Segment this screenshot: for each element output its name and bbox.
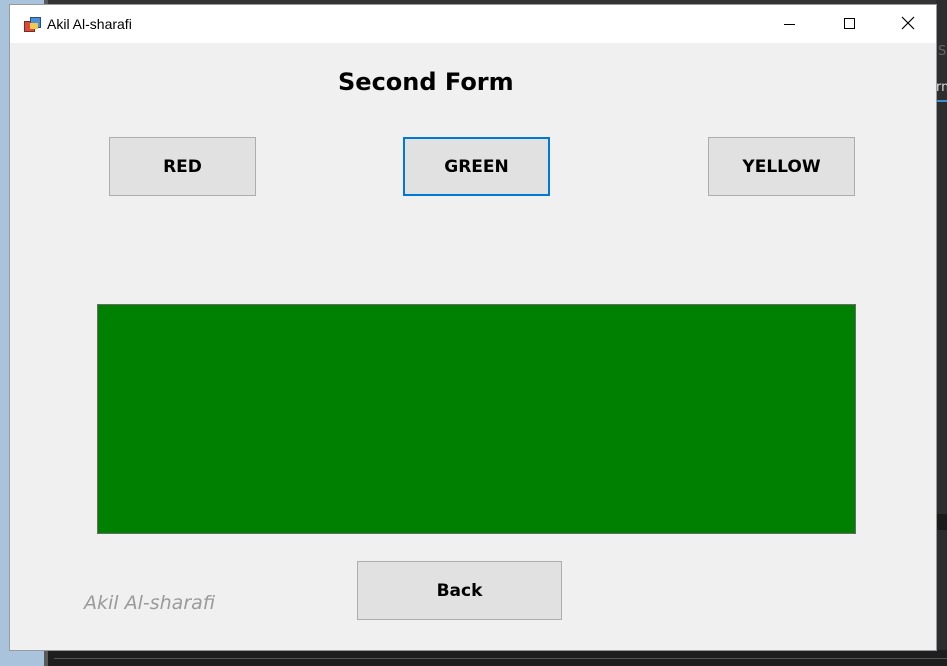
background-divider (54, 658, 947, 659)
background-tab-underline (936, 100, 947, 102)
maximize-icon (844, 18, 855, 29)
background-tab-fragment: rm (936, 80, 947, 95)
title-bar[interactable]: Akil Al-sharafi (10, 5, 936, 43)
window-title: Akil Al-sharafi (47, 16, 132, 32)
windows-form-icon[interactable] (24, 17, 41, 32)
close-button[interactable] (877, 5, 935, 43)
background-ide-right: S rm (936, 0, 947, 650)
maximize-button[interactable] (819, 5, 877, 43)
form-window: Akil Al-sharafi Second Form RED GREEN YE… (10, 5, 936, 650)
red-button[interactable]: RED (109, 137, 256, 196)
green-button[interactable]: GREEN (403, 137, 550, 196)
background-text-fragment: S (938, 44, 947, 59)
author-signature-label: Akil Al-sharafi (84, 592, 216, 614)
background-panel-band (936, 514, 947, 530)
color-display-panel (97, 304, 856, 534)
back-button[interactable]: Back (357, 561, 562, 620)
minimize-button[interactable] (761, 5, 819, 43)
yellow-button[interactable]: YELLOW (708, 137, 855, 196)
close-icon (901, 16, 915, 30)
minimize-icon (784, 24, 795, 25)
form-heading: Second Form (338, 68, 514, 96)
